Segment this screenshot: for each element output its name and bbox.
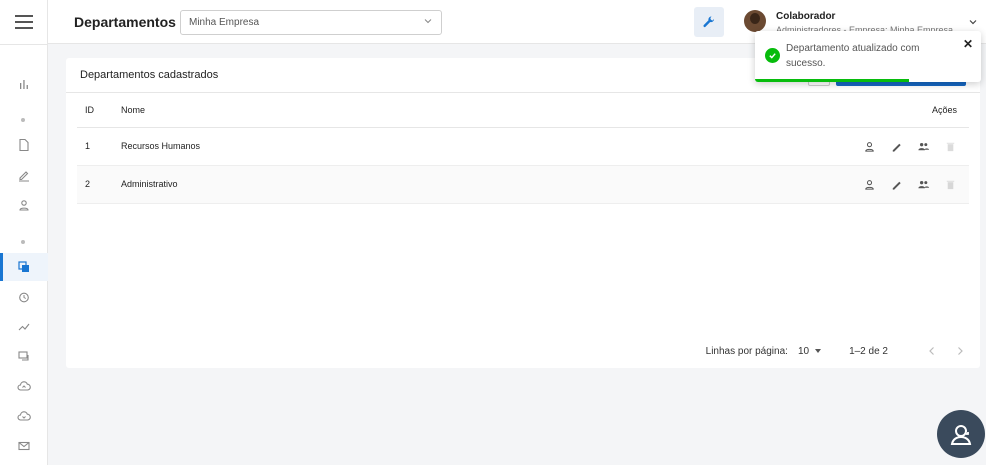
caret-down-icon: [815, 349, 822, 353]
wrench-icon: [703, 16, 715, 28]
table-row[interactable]: 2 Administrativo: [77, 165, 969, 204]
document-icon: [19, 138, 29, 152]
sidebar: [0, 0, 48, 465]
settings-tool-button[interactable]: [694, 7, 724, 37]
chevron-down-icon: [969, 20, 977, 25]
rows-per-page-label: Linhas por página:: [705, 345, 788, 357]
sidebar-item-departments[interactable]: [0, 253, 48, 281]
column-header-actions: Ações: [483, 93, 969, 128]
column-header-name[interactable]: Nome: [121, 93, 484, 128]
bar-chart-icon: [20, 80, 28, 89]
table-header-row: ID Nome Ações: [77, 93, 969, 128]
sidebar-item-upload[interactable]: [0, 372, 48, 400]
trend-icon: [18, 323, 30, 331]
mail-icon: [18, 441, 30, 451]
sidebar-dot: [21, 118, 25, 122]
departments-table: ID Nome Ações 1 Recursos Humanos 2 Admin…: [77, 93, 969, 204]
card-title: Departamentos cadastrados: [80, 69, 219, 81]
support-icon: [950, 425, 972, 445]
chevron-right-icon[interactable]: [954, 345, 966, 357]
user-icon[interactable]: [863, 140, 876, 153]
trash-icon: [946, 180, 955, 189]
trash-icon: [946, 142, 955, 151]
company-select[interactable]: Minha Empresa: [180, 10, 442, 35]
rows-per-page-select[interactable]: 10: [797, 345, 822, 357]
cell-id: 2: [77, 165, 121, 204]
pagination-range: 1–2 de 2: [849, 345, 888, 357]
chevron-left-icon[interactable]: [926, 345, 938, 357]
sidebar-item-users[interactable]: [0, 191, 48, 219]
user-icon[interactable]: [863, 178, 876, 191]
edit-icon[interactable]: [890, 140, 903, 153]
sidebar-item-mail[interactable]: [0, 432, 48, 460]
sidebar-divider: [0, 44, 48, 45]
success-toast: Departamento atualizado com sucesso. ✕: [755, 31, 981, 82]
chat-icon: [18, 351, 29, 361]
copy-icon: [18, 261, 29, 272]
cell-actions: [483, 165, 969, 204]
column-header-id[interactable]: ID: [77, 93, 121, 128]
cell-name: Recursos Humanos: [121, 127, 484, 166]
pen-icon: [19, 171, 29, 182]
sidebar-item-alarm[interactable]: [0, 283, 48, 311]
alarm-icon: [19, 292, 29, 303]
sidebar-dot: [21, 240, 25, 244]
avatar: [744, 10, 766, 32]
table-row[interactable]: 1 Recursos Humanos: [77, 127, 969, 166]
check-circle-icon: [765, 48, 780, 63]
sidebar-item-dashboard[interactable]: [0, 70, 48, 98]
cell-name: Administrativo: [121, 165, 484, 204]
edit-icon[interactable]: [890, 178, 903, 191]
user-name: Colaborador: [776, 11, 836, 22]
group-icon[interactable]: [917, 140, 930, 153]
chevron-down-icon: [424, 19, 432, 24]
cell-actions: [483, 127, 969, 166]
sidebar-item-reports[interactable]: [0, 313, 48, 341]
toast-message: Departamento atualizado com sucesso.: [786, 43, 920, 69]
user-icon: [19, 200, 29, 211]
cloud-upload-icon: [17, 381, 31, 391]
sidebar-item-documents[interactable]: [0, 131, 48, 159]
menu-icon[interactable]: [15, 15, 33, 29]
pagination: Linhas por página: 10 1–2 de 2: [706, 345, 966, 357]
cloud-download-icon: [17, 411, 31, 421]
page-title: Departamentos: [74, 14, 176, 30]
sidebar-item-messages[interactable]: [0, 342, 48, 370]
close-icon[interactable]: ✕: [963, 37, 973, 51]
sidebar-item-download[interactable]: [0, 402, 48, 430]
group-icon[interactable]: [917, 178, 930, 191]
sidebar-item-edit[interactable]: [0, 161, 48, 189]
cell-id: 1: [77, 127, 121, 166]
departments-card: Departamentos cadastrados ID Nome Ações …: [66, 58, 980, 368]
rows-per-page-value: 10: [797, 345, 810, 357]
support-chat-button[interactable]: [937, 410, 985, 458]
toast-progress-bar: [755, 79, 909, 82]
company-select-value: Minha Empresa: [189, 17, 260, 28]
